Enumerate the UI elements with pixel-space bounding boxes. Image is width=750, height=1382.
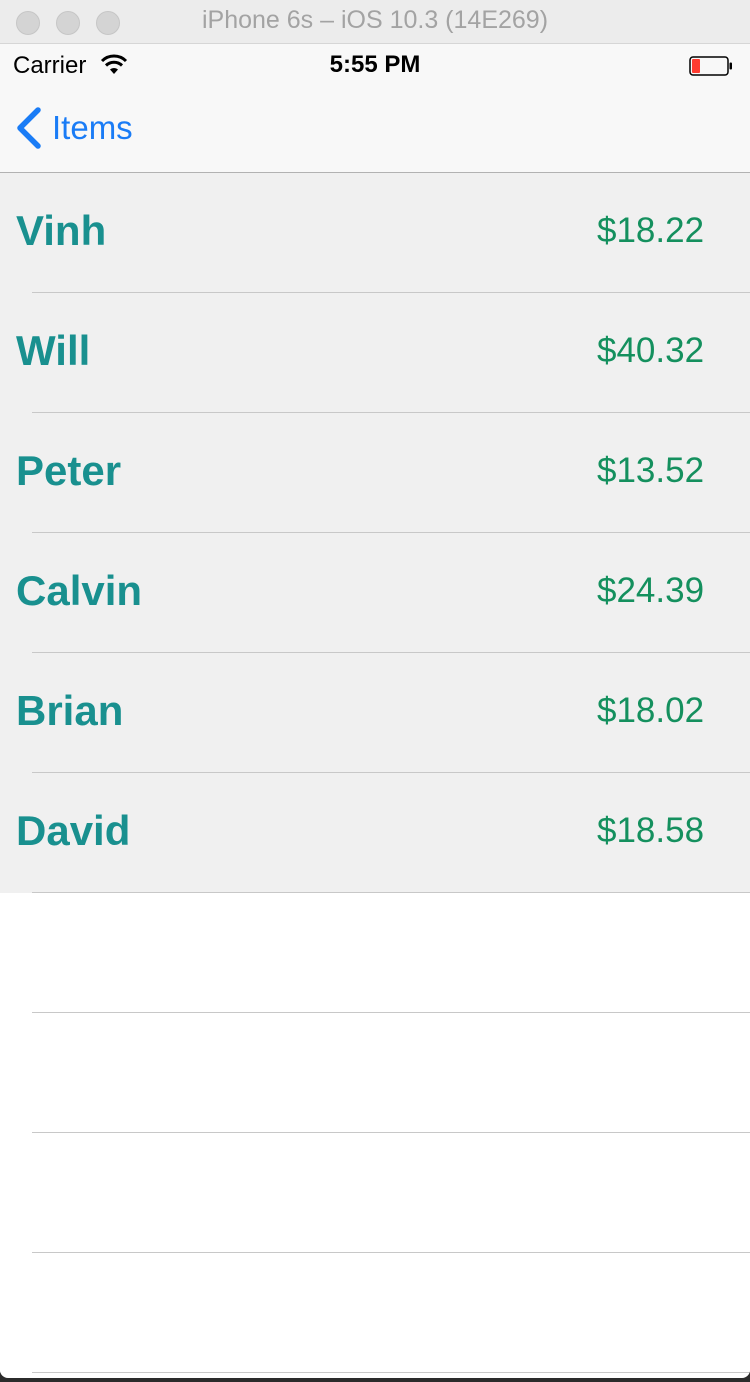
table-row[interactable]: Will $40.32 (0, 293, 750, 413)
status-bar: Carrier 5:55 PM (0, 44, 750, 84)
row-amount: $40.32 (597, 331, 705, 370)
back-button-label: Items (52, 109, 133, 146)
table-row[interactable]: Calvin $24.39 (0, 533, 750, 653)
row-name: Peter (16, 447, 122, 494)
table-row[interactable]: Vinh $18.22 (0, 173, 750, 293)
row-name: Vinh (16, 207, 107, 254)
empty-table-row (0, 1253, 750, 1373)
row-amount: $13.52 (597, 451, 705, 490)
row-amount: $24.39 (597, 571, 705, 610)
row-amount: $18.22 (597, 211, 705, 250)
window-title: iPhone 6s – iOS 10.3 (14E269) (201, 6, 549, 34)
table-row[interactable]: Peter $13.52 (0, 413, 750, 533)
row-name: Will (16, 327, 91, 374)
row-separator (32, 1372, 750, 1373)
simulator-window: iPhone 6s – iOS 10.3 (14E269) Carrier 5:… (0, 0, 750, 1378)
row-amount: $18.58 (597, 811, 705, 850)
items-table: Vinh $18.22 Will $40.32 Peter $13.52 Cal… (0, 173, 750, 1373)
simulator-title-bar: iPhone 6s – iOS 10.3 (14E269) (0, 0, 750, 44)
row-name: Brian (16, 687, 124, 734)
navigation-bar: Items (0, 84, 750, 173)
row-name: David (16, 807, 131, 854)
table-row[interactable]: Brian $18.02 (0, 653, 750, 773)
empty-table-row (0, 1133, 750, 1253)
chevron-left-icon (17, 107, 41, 149)
status-time: 5:55 PM (329, 51, 421, 78)
row-name: Calvin (16, 567, 143, 614)
back-button[interactable]: Items (14, 106, 133, 150)
table-row[interactable]: David $18.58 (0, 773, 750, 893)
empty-table-row (0, 1013, 750, 1133)
empty-table-row (0, 893, 750, 1013)
row-amount: $18.02 (597, 691, 705, 730)
battery-icon (689, 56, 732, 76)
